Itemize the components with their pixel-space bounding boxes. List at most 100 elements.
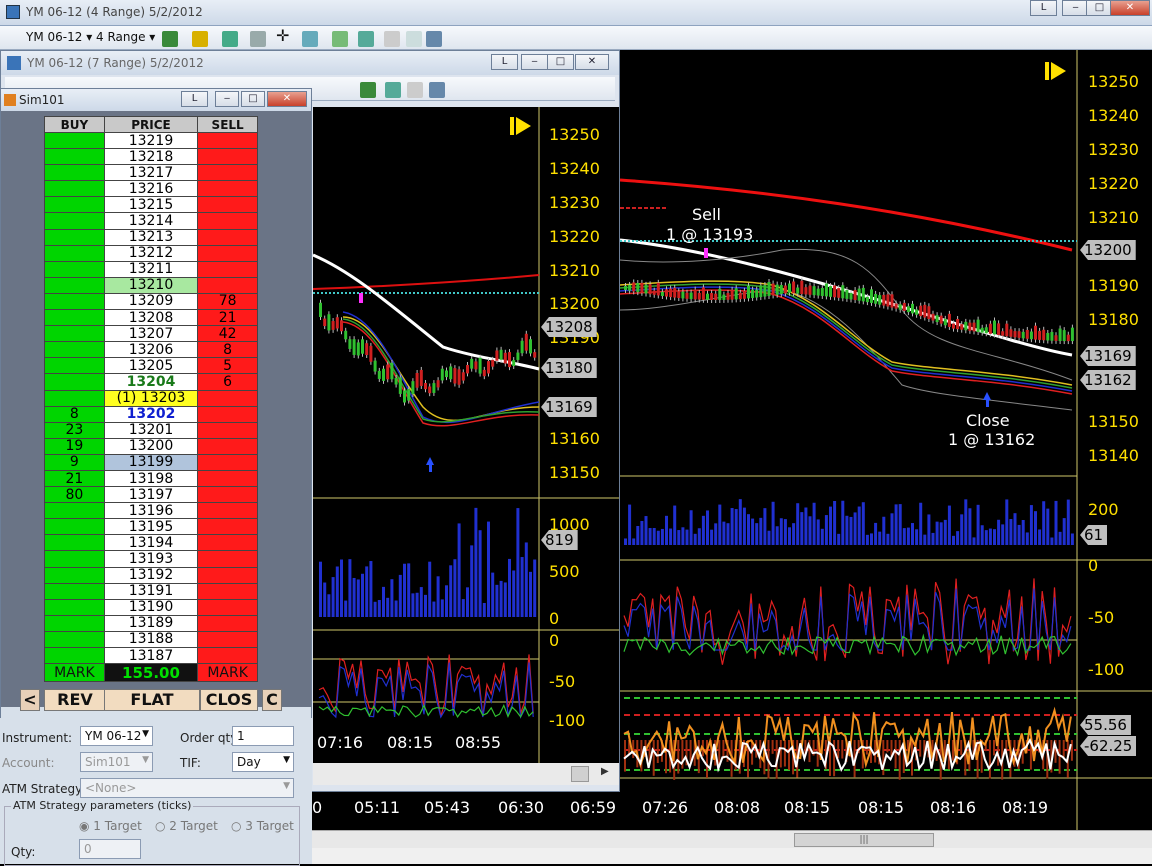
sell-mark-button[interactable]: MARK bbox=[197, 663, 258, 683]
back-chart[interactable]: 13250 13240 13230 13220 13210 13200 1319… bbox=[313, 107, 619, 763]
minimize-button[interactable]: ‒ bbox=[521, 54, 548, 70]
indicators-icon[interactable] bbox=[385, 82, 401, 98]
buy-cell[interactable] bbox=[44, 292, 105, 311]
price-cell[interactable]: 13195 bbox=[103, 518, 199, 536]
buy-cell[interactable] bbox=[44, 196, 105, 214]
sell-cell[interactable]: 8 bbox=[197, 341, 258, 359]
sell-cell[interactable]: 21 bbox=[197, 309, 258, 327]
buy-cell[interactable] bbox=[44, 228, 105, 246]
buy-cell[interactable]: 23 bbox=[44, 421, 105, 439]
sell-cell[interactable] bbox=[197, 502, 258, 520]
price-cell[interactable]: 13205 bbox=[103, 357, 199, 375]
properties-icon[interactable] bbox=[332, 31, 348, 47]
price-cell[interactable]: 13216 bbox=[103, 180, 199, 198]
price-cell[interactable]: 13202 bbox=[103, 405, 199, 423]
price-cell[interactable]: 13201 bbox=[103, 421, 199, 439]
buy-cell[interactable] bbox=[44, 598, 105, 616]
atm-strategy-select[interactable]: <None> ▼ bbox=[80, 778, 294, 798]
buy-cell[interactable] bbox=[44, 357, 105, 375]
price-cell[interactable]: 13193 bbox=[103, 550, 199, 568]
cursor-icon[interactable] bbox=[250, 31, 266, 47]
buy-cell[interactable] bbox=[44, 518, 105, 536]
scrollbar-thumb[interactable] bbox=[571, 766, 589, 782]
sell-cell[interactable] bbox=[197, 630, 258, 649]
data-box-icon[interactable] bbox=[429, 82, 445, 98]
sell-cell[interactable] bbox=[197, 646, 258, 665]
price-cell[interactable]: 13214 bbox=[103, 212, 199, 230]
instrument-select[interactable]: YM 06-12 ▼ bbox=[80, 726, 153, 746]
sell-cell[interactable]: 78 bbox=[197, 292, 258, 311]
sell-cell[interactable]: 42 bbox=[197, 325, 258, 343]
sell-cell[interactable] bbox=[197, 614, 258, 632]
buy-cell[interactable]: 9 bbox=[44, 453, 105, 471]
sell-cell[interactable]: 5 bbox=[197, 357, 258, 375]
buy-cell[interactable]: 21 bbox=[44, 469, 105, 488]
sell-cell[interactable] bbox=[197, 453, 258, 471]
data-box-icon[interactable] bbox=[426, 31, 442, 47]
maximize-button[interactable]: □ bbox=[241, 91, 265, 107]
window-link-button[interactable]: L bbox=[491, 54, 518, 70]
qty-input[interactable]: 0 bbox=[79, 839, 141, 859]
interval-selector[interactable]: 4 Range ▾ bbox=[96, 30, 155, 44]
buy-cell[interactable] bbox=[44, 276, 105, 294]
price-cell[interactable]: 13219 bbox=[103, 131, 199, 150]
sell-cell[interactable] bbox=[197, 421, 258, 439]
strategies-icon[interactable] bbox=[384, 31, 400, 47]
chart-trader-icon[interactable] bbox=[406, 31, 422, 47]
bar-type-icon[interactable] bbox=[360, 82, 376, 98]
buy-cell[interactable] bbox=[44, 309, 105, 327]
flatten-button[interactable]: FLAT bbox=[104, 689, 200, 711]
tif-select[interactable]: Day ▼ bbox=[232, 752, 294, 772]
back-horizontal-scrollbar[interactable]: ▶ bbox=[313, 763, 619, 785]
buy-cell[interactable] bbox=[44, 341, 105, 359]
price-cell[interactable]: 13187 bbox=[103, 646, 199, 665]
close-button[interactable]: ✕ bbox=[1110, 0, 1150, 16]
price-cell[interactable]: 13199 bbox=[103, 453, 199, 471]
price-cell[interactable]: 13213 bbox=[103, 228, 199, 246]
price-cell[interactable]: 13194 bbox=[103, 534, 199, 552]
buy-cell[interactable] bbox=[44, 502, 105, 520]
buy-cell[interactable] bbox=[44, 566, 105, 584]
price-cell[interactable]: 13191 bbox=[103, 582, 199, 600]
window-link-button[interactable]: L bbox=[181, 91, 208, 107]
sell-cell[interactable] bbox=[197, 164, 258, 182]
buy-cell[interactable] bbox=[44, 550, 105, 568]
order-qty-input[interactable]: 1 bbox=[232, 726, 294, 746]
price-cell[interactable]: 13209 bbox=[103, 292, 199, 311]
horizontal-scrollbar[interactable]: ||| bbox=[312, 830, 1152, 848]
close-button[interactable]: ✕ bbox=[575, 54, 609, 70]
minimize-button[interactable]: ‒ bbox=[215, 91, 239, 107]
close-button[interactable]: ✕ bbox=[267, 91, 307, 107]
sell-cell[interactable] bbox=[197, 405, 258, 423]
buy-cell[interactable] bbox=[44, 260, 105, 278]
minimize-button[interactable]: ‒ bbox=[1062, 0, 1089, 16]
buy-cell[interactable] bbox=[44, 164, 105, 182]
buy-cell[interactable]: 8 bbox=[44, 405, 105, 423]
buy-cell[interactable] bbox=[44, 131, 105, 150]
price-cell[interactable]: 13197 bbox=[103, 486, 199, 504]
scrollbar-thumb[interactable]: ||| bbox=[794, 833, 934, 847]
buy-cell[interactable] bbox=[44, 148, 105, 166]
price-cell[interactable]: 13190 bbox=[103, 598, 199, 616]
maximize-button[interactable]: □ bbox=[1086, 0, 1113, 16]
price-cell[interactable]: 13215 bbox=[103, 196, 199, 214]
account-select[interactable]: Sim101 ▼ bbox=[80, 752, 153, 772]
window-link-button[interactable]: L bbox=[1030, 0, 1057, 16]
sell-cell[interactable] bbox=[197, 131, 258, 150]
buy-cell[interactable] bbox=[44, 212, 105, 230]
target2-radio[interactable]: ○ 2 Target bbox=[155, 819, 218, 833]
sell-cell[interactable] bbox=[197, 389, 258, 407]
magnify-icon[interactable] bbox=[302, 31, 318, 47]
price-cell[interactable]: 13217 bbox=[103, 164, 199, 182]
cancel-orders-button[interactable]: C bbox=[262, 689, 282, 711]
sell-cell[interactable] bbox=[197, 469, 258, 488]
buy-cell[interactable] bbox=[44, 630, 105, 649]
buy-cell[interactable] bbox=[44, 180, 105, 198]
sell-cell[interactable]: 6 bbox=[197, 373, 258, 391]
price-cell[interactable]: 13188 bbox=[103, 630, 199, 649]
close-position-button[interactable]: CLOS bbox=[200, 689, 258, 711]
price-cell[interactable]: 13200 bbox=[103, 437, 199, 455]
sell-cell[interactable] bbox=[197, 244, 258, 262]
price-cell[interactable]: (1) 13203 bbox=[103, 389, 199, 407]
sell-cell[interactable] bbox=[197, 196, 258, 214]
